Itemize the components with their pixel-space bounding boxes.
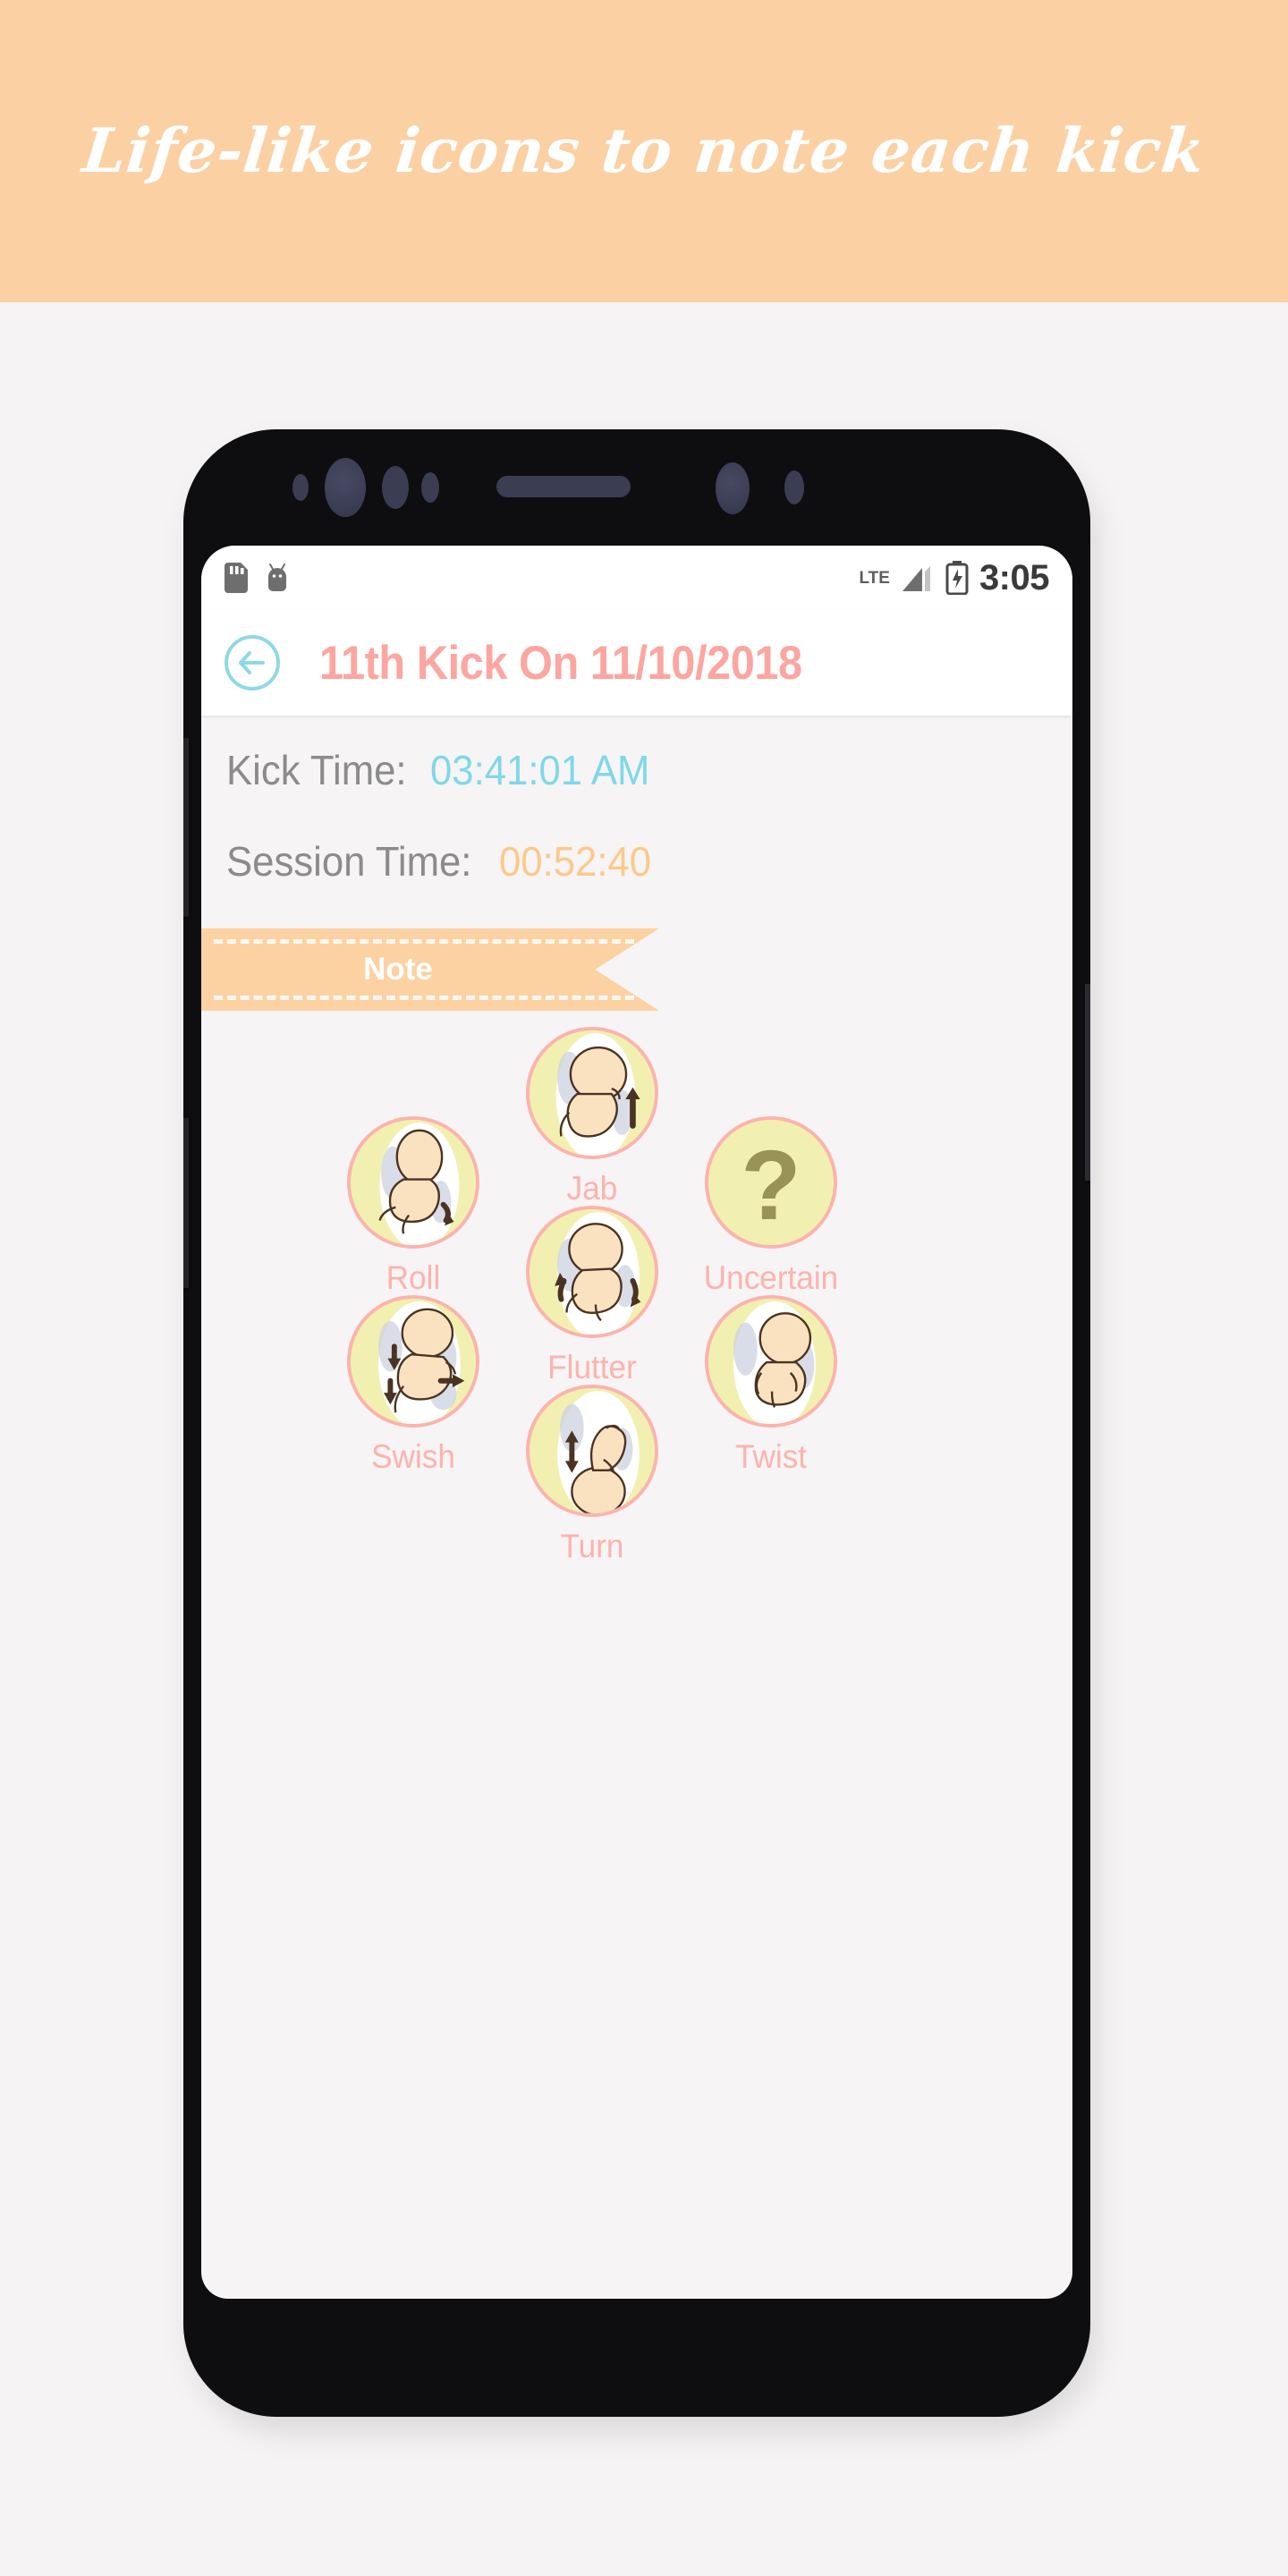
kick-type-selector: Jab Roll ? Uncertain Flutter Swish Twist…	[201, 1011, 1072, 2012]
sd-card-icon	[225, 563, 248, 593]
phone-screen: LTE 3:05 11th Kick On 11/10/2018 Kick Ti…	[201, 546, 1072, 2299]
kick-time-label: Kick Time:	[226, 747, 407, 793]
fetus-turn-icon	[526, 1385, 658, 1517]
kick-type-jab-label: Jab	[566, 1170, 618, 1207]
kick-type-swish[interactable]: Swish	[324, 1295, 503, 1476]
kick-type-roll-label: Roll	[386, 1259, 441, 1296]
kick-type-flutter-label: Flutter	[547, 1349, 637, 1385]
question-mark-icon: ?	[705, 1116, 837, 1249]
proximity-sensor-icon	[382, 466, 409, 509]
fetus-twist-icon	[705, 1295, 837, 1428]
kick-type-swish-label: Swish	[371, 1438, 455, 1475]
kick-type-flutter[interactable]: Flutter	[503, 1206, 682, 1386]
back-button[interactable]	[225, 635, 280, 691]
page-title: 11th Kick On 11/10/2018	[319, 636, 802, 690]
android-robot-icon	[268, 564, 286, 591]
sensor-dot-icon	[292, 474, 309, 501]
fetus-jab-icon	[526, 1027, 658, 1159]
session-time-row: Session Time: 00:52:40	[226, 837, 1072, 886]
kick-type-twist[interactable]: Twist	[682, 1295, 860, 1476]
promo-banner: Life-like icons to note each kick	[0, 0, 1288, 302]
signal-bars-icon	[902, 566, 930, 591]
fetus-swish-icon	[347, 1295, 479, 1428]
kick-time-value: 03:41:01 AM	[430, 747, 650, 793]
earpiece-speaker-icon	[496, 476, 631, 497]
light-sensor-icon	[421, 472, 439, 503]
kick-time-row: Kick Time: 03:41:01 AM	[226, 746, 1072, 794]
iris-scanner-icon	[784, 470, 804, 504]
kick-type-turn[interactable]: Turn	[503, 1385, 682, 1565]
kick-details-section: Kick Time: 03:41:01 AM Session Time: 00:…	[201, 716, 1072, 886]
kick-type-roll[interactable]: Roll	[324, 1116, 503, 1297]
fetus-flutter-icon	[526, 1206, 658, 1338]
session-time-label: Session Time:	[226, 838, 472, 885]
phone-mockup: LTE 3:05 11th Kick On 11/10/2018 Kick Ti…	[183, 429, 1105, 2433]
session-time-value: 00:52:40	[498, 838, 652, 885]
back-arrow-icon	[239, 651, 265, 674]
kick-type-turn-label: Turn	[560, 1528, 624, 1564]
device-top-bezel	[183, 429, 1090, 546]
power-button[interactable]	[1085, 984, 1090, 1181]
note-ribbon-button[interactable]: Note	[201, 928, 659, 1011]
kick-type-uncertain[interactable]: ? Uncertain	[682, 1116, 860, 1297]
second-camera-icon	[716, 462, 750, 514]
note-ribbon-label: Note	[363, 952, 433, 987]
volume-down-button[interactable]	[183, 1118, 189, 1288]
status-bar-clock: 3:05	[979, 557, 1050, 597]
fetus-roll-icon	[347, 1116, 479, 1249]
device-frame: LTE 3:05 11th Kick On 11/10/2018 Kick Ti…	[183, 429, 1090, 2417]
kick-type-twist-label: Twist	[734, 1438, 808, 1475]
status-bar-left	[225, 563, 291, 593]
question-mark-glyph: ?	[741, 1131, 801, 1241]
front-camera-icon	[325, 458, 366, 517]
app-bar: 11th Kick On 11/10/2018	[201, 610, 1072, 716]
kick-type-jab[interactable]: Jab	[503, 1027, 682, 1208]
battery-charging-icon	[945, 561, 969, 595]
status-bar: LTE 3:05	[201, 546, 1072, 610]
kick-type-uncertain-label: Uncertain	[703, 1259, 839, 1296]
status-bar-right: LTE 3:05	[859, 558, 1049, 598]
volume-up-button[interactable]	[183, 738, 189, 917]
promo-tagline: Life-like icons to note each kick	[79, 115, 1209, 187]
network-type-label: LTE	[859, 568, 890, 588]
